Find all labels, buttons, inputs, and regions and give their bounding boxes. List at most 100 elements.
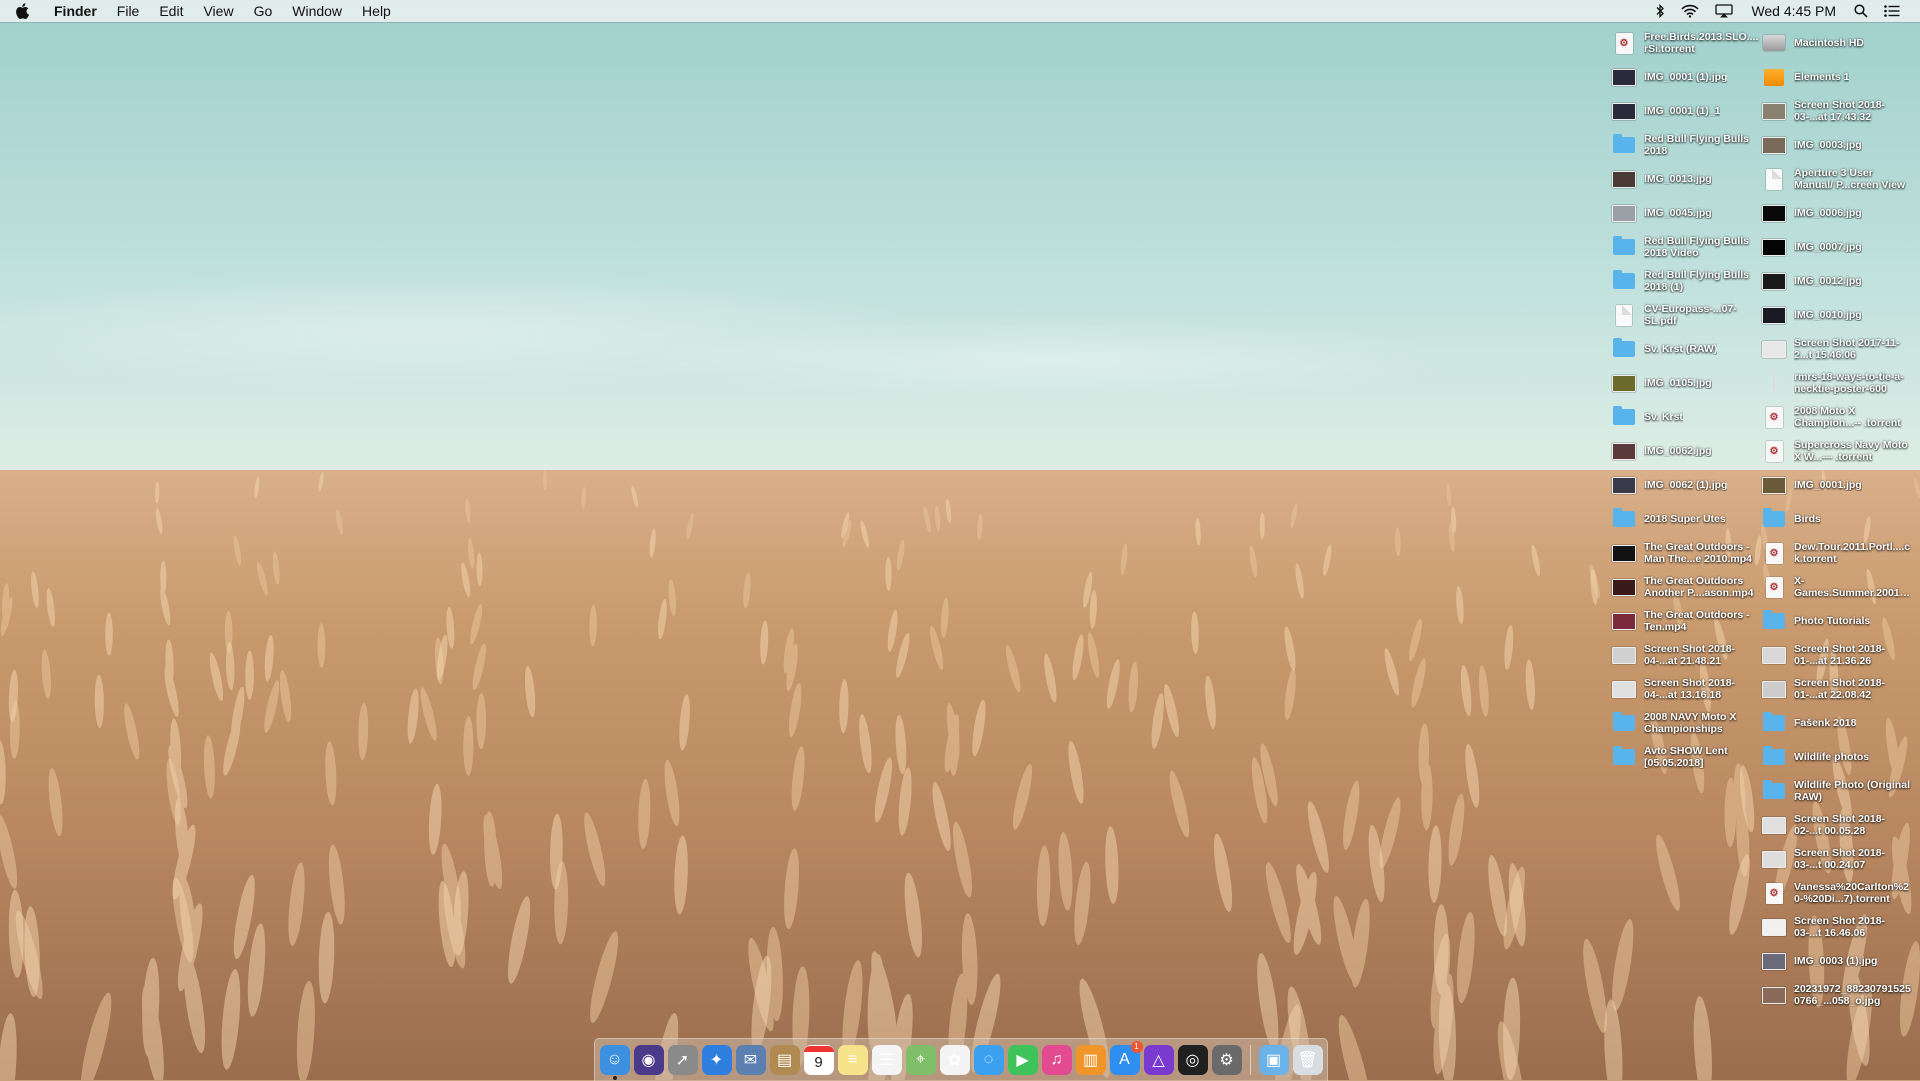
desktop-item[interactable]: ⚙ Supercross Navy Moto X W...--- .torrent bbox=[1762, 434, 1914, 468]
menu-file[interactable]: File bbox=[107, 0, 150, 22]
apple-menu-icon[interactable] bbox=[0, 0, 44, 22]
wifi-icon[interactable] bbox=[1673, 0, 1707, 22]
reminders-app-icon[interactable]: ☰ bbox=[871, 1045, 902, 1075]
desktop-item[interactable]: IMG_0045.jpg bbox=[1612, 196, 1764, 230]
menu-edit[interactable]: Edit bbox=[149, 0, 193, 22]
desktop-item[interactable]: Photo Tutorials bbox=[1762, 604, 1914, 638]
system-preferences-app-icon[interactable]: ⚙ bbox=[1211, 1045, 1242, 1075]
desktop-item[interactable]: IMG_0062.jpg bbox=[1612, 434, 1764, 468]
launchpad-app-icon[interactable]: ➚ bbox=[667, 1045, 698, 1075]
desktop-item[interactable]: Elements 1 bbox=[1762, 60, 1914, 94]
ibooks-app-icon[interactable]: ▥ bbox=[1075, 1045, 1106, 1075]
facetime-app-icon[interactable]: ▶ bbox=[1007, 1045, 1038, 1075]
desktop-item[interactable]: IMG_0001 (1).jpg bbox=[1612, 60, 1764, 94]
menu-window[interactable]: Window bbox=[282, 0, 352, 22]
desktop-item-icon bbox=[1612, 405, 1636, 429]
trash-icon[interactable]: 🗑 bbox=[1292, 1045, 1323, 1075]
desktop-item[interactable]: IMG_0006.jpg bbox=[1762, 196, 1914, 230]
menu-help[interactable]: Help bbox=[352, 0, 401, 22]
desktop-item[interactable]: 2018 Super Utes bbox=[1612, 502, 1764, 536]
desktop-item[interactable]: Red Bull Flying Bulls 2018 (1) bbox=[1612, 264, 1764, 298]
desktop-item[interactable]: The Great Outdoors Another P....ason.mp4 bbox=[1612, 570, 1764, 604]
desktop-item[interactable]: IMG_0001.jpg bbox=[1762, 468, 1914, 502]
airplay-icon[interactable] bbox=[1707, 0, 1741, 22]
desktop-item[interactable]: The Great Outdoors - Ten.mp4 bbox=[1612, 604, 1764, 638]
desktop-item-label: Free.Birds.2013.SLO....rSi.torrent bbox=[1644, 31, 1759, 55]
aperture-app-icon[interactable]: ◎ bbox=[1177, 1045, 1208, 1075]
desktop-item[interactable]: ⚙ Dew.Tour.2011.Portl....ck.torrent bbox=[1762, 536, 1914, 570]
folder-icon bbox=[1613, 746, 1635, 765]
desktop-item[interactable]: Wildlife photos bbox=[1762, 740, 1914, 774]
desktop-item[interactable]: ⚙ Vanessa%20Carlton%20-%20Di...7).torrent bbox=[1762, 876, 1914, 910]
desktop-item-label: Screen Shot 2018-04-...at 13.16.18 bbox=[1644, 677, 1736, 701]
calendar-app-icon[interactable]: 9 bbox=[803, 1045, 834, 1075]
desktop-item[interactable]: ⚙ X-Games.Summer.2001-200...XV.torrent bbox=[1762, 570, 1914, 604]
notification-center-icon[interactable] bbox=[1876, 0, 1908, 22]
desktop-item[interactable]: IMG_0062 (1).jpg bbox=[1612, 468, 1764, 502]
desktop-item[interactable]: Screen Shot 2018-04-...at 21.48.21 bbox=[1612, 638, 1764, 672]
image-file-icon bbox=[1612, 204, 1636, 222]
notes-app-icon[interactable]: ≡ bbox=[837, 1045, 868, 1075]
siri-app-icon[interactable]: ◉ bbox=[633, 1045, 664, 1075]
downloads-stack-icon[interactable]: ▣ bbox=[1258, 1045, 1289, 1075]
desktop-item[interactable]: Screen Shot 2017-11-2...t 15.46.06 bbox=[1762, 332, 1914, 366]
notes-book-app-icon[interactable]: ▤ bbox=[769, 1045, 800, 1075]
desktop-item[interactable]: Screen Shot 2018-04-...at 13.16.18 bbox=[1612, 672, 1764, 706]
photos-glyph: ✿ bbox=[947, 1052, 962, 1069]
system-preferences-glyph: ⚙ bbox=[1219, 1052, 1234, 1069]
desktop-item[interactable]: IMG_0013.jpg bbox=[1612, 162, 1764, 196]
desktop-item[interactable]: Red Bull Flying Bulls 2018 Video bbox=[1612, 230, 1764, 264]
affinity-photo-app-icon[interactable]: △ bbox=[1143, 1045, 1174, 1075]
desktop-item[interactable]: ⚙ Free.Birds.2013.SLO....rSi.torrent bbox=[1612, 26, 1764, 60]
safari-app-icon[interactable]: ✦ bbox=[701, 1045, 732, 1075]
desktop-item-label: IMG_0013.jpg bbox=[1644, 173, 1712, 185]
desktop-item[interactable]: Screen Shot 2018-01-...at 22.08.42 bbox=[1762, 672, 1914, 706]
desktop-item[interactable]: 2008 NAVY Moto X Championships bbox=[1612, 706, 1764, 740]
desktop-item[interactable]: The Great Outdoors - Man The...e 2010.mp… bbox=[1612, 536, 1764, 570]
desktop-item[interactable]: IMG_0105.jpg bbox=[1612, 366, 1764, 400]
app-store-app-icon[interactable]: A1 bbox=[1109, 1041, 1143, 1075]
menu-view[interactable]: View bbox=[193, 0, 243, 22]
desktop-item[interactable]: IMG_0012.jpg bbox=[1762, 264, 1914, 298]
desktop-item-label: CV-Europass-...07-SL.pdf bbox=[1644, 303, 1737, 327]
desktop-item-label: IMG_0006.jpg bbox=[1794, 207, 1862, 219]
desktop-icon-column-2: Macintosh HD Elements 1 Screen Shot 2018-0… bbox=[1762, 26, 1914, 1012]
desktop-item[interactable]: Red Bull Flying Bulls 2018 bbox=[1612, 128, 1764, 162]
menu-go[interactable]: Go bbox=[244, 0, 283, 22]
desktop-item[interactable]: IMG_0003 (1).jpg bbox=[1762, 944, 1914, 978]
desktop-item[interactable]: IMG_0010.jpg bbox=[1762, 298, 1914, 332]
desktop-item[interactable]: Wildlife Photo (Original RAW) bbox=[1762, 774, 1914, 808]
messages-app-icon[interactable]: ◌ bbox=[973, 1045, 1004, 1075]
desktop-item-icon bbox=[1762, 31, 1786, 55]
maps-app-icon[interactable]: ⌖ bbox=[905, 1045, 936, 1075]
mail-stamp-app-icon[interactable]: ✉ bbox=[735, 1045, 766, 1075]
bluetooth-icon[interactable] bbox=[1647, 0, 1673, 22]
photos-app-icon[interactable]: ✿ bbox=[939, 1045, 970, 1075]
desktop-item[interactable]: CV-Europass-...07-SL.pdf bbox=[1612, 298, 1764, 332]
desktop-item[interactable]: Screen Shot 2018-03-...t 16.46.06 bbox=[1762, 910, 1914, 944]
desktop-item[interactable]: Screen Shot 2018-03-...t 00.24.07 bbox=[1762, 842, 1914, 876]
desktop-item[interactable]: Macintosh HD bbox=[1762, 26, 1914, 60]
downloads-stack-icon-glyph: ▣ bbox=[1265, 1052, 1282, 1069]
desktop-item[interactable]: IMG_0003.jpg bbox=[1762, 128, 1914, 162]
spotlight-search-icon[interactable] bbox=[1846, 0, 1876, 22]
desktop-item[interactable]: Birds bbox=[1762, 502, 1914, 536]
desktop-item[interactable]: IMG_0007.jpg bbox=[1762, 230, 1914, 264]
desktop-item[interactable]: rmrs-18-ways-to-tie-a-necktie-poster-600 bbox=[1762, 366, 1914, 400]
desktop-item[interactable]: ⚙ 2008 Moto X Champion...-- .torrent bbox=[1762, 400, 1914, 434]
desktop-item[interactable]: Aperture 3 User Manual/ P...creen View bbox=[1762, 162, 1914, 196]
desktop-item[interactable]: Sv. Krst (RAW) bbox=[1612, 332, 1764, 366]
itunes-app-icon[interactable]: ♫ bbox=[1041, 1045, 1072, 1075]
finder-app-icon[interactable]: ☺ bbox=[599, 1045, 630, 1080]
desktop-item[interactable]: Screen Shot 2018-02-...t 00.05.28 bbox=[1762, 808, 1914, 842]
desktop-item[interactable]: Screen Shot 2018-03-...at 17.43.32 bbox=[1762, 94, 1914, 128]
desktop-item[interactable]: Fašenk 2018 bbox=[1762, 706, 1914, 740]
menu-bar-clock[interactable]: Wed 4:45 PM bbox=[1741, 3, 1846, 19]
torrent-file-icon: ⚙ bbox=[1765, 440, 1783, 462]
app-menu-finder[interactable]: Finder bbox=[44, 0, 107, 22]
desktop-item[interactable]: IMG_0001 (1)_1 bbox=[1612, 94, 1764, 128]
desktop-item[interactable]: Screen Shot 2018-01-...at 21.36.26 bbox=[1762, 638, 1914, 672]
desktop-item[interactable]: 20231972_882307915250766_...058_o.jpg bbox=[1762, 978, 1914, 1012]
desktop-item[interactable]: Sv. Krst bbox=[1612, 400, 1764, 434]
desktop-item[interactable]: Avto SHOW Lent [05.05.2018] bbox=[1612, 740, 1764, 774]
